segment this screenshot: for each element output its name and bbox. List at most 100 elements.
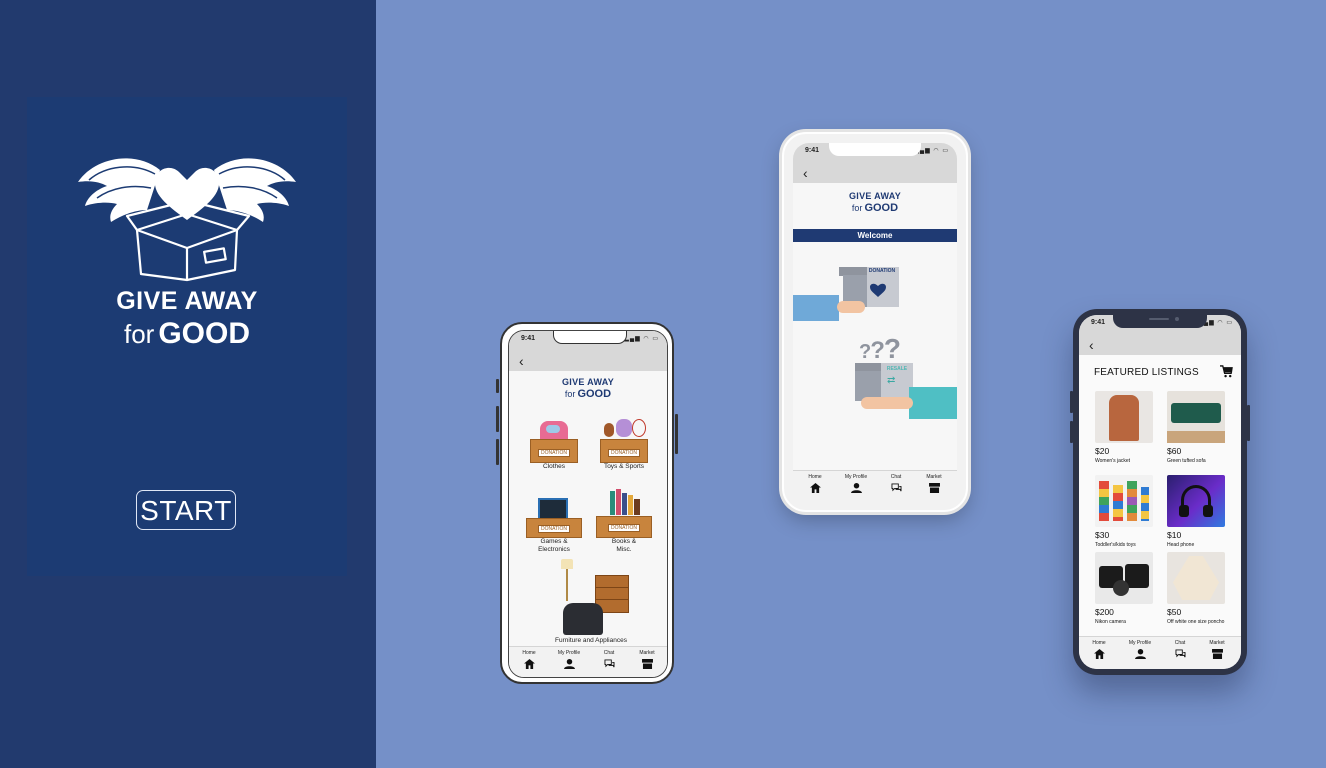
tab-market[interactable]: Market — [627, 650, 667, 669]
status-time: 9:41 — [521, 335, 536, 342]
home-icon — [1093, 649, 1105, 659]
app-brand-line2: for GOOD — [509, 388, 667, 400]
tab-label: Market — [926, 474, 942, 480]
question-marks: ??? — [859, 333, 901, 364]
tab-home[interactable]: Home — [1079, 640, 1119, 659]
market-icon — [1211, 649, 1223, 659]
giving-hand-illustration — [793, 289, 865, 321]
category-clothes[interactable]: DONATION Clothes — [523, 419, 585, 471]
listing-item[interactable]: $30 Toddler's/kids toys — [1095, 475, 1157, 548]
nav-bar: ‹ — [1079, 335, 1241, 355]
chat-icon — [891, 483, 901, 492]
category-label-line2: Misc. — [616, 546, 632, 553]
listing-image-jacket — [1095, 391, 1153, 443]
exchange-arrows-icon: ⇄ — [887, 375, 896, 386]
category-furniture-appliances[interactable]: Furniture and Appliances — [539, 557, 643, 645]
tab-label: Market — [1209, 640, 1225, 646]
notch — [829, 143, 921, 156]
listings-title: FEATURED LISTINGS — [1094, 367, 1199, 378]
tab-chat[interactable]: Chat — [589, 650, 629, 669]
market-icon — [641, 659, 653, 669]
listings-screen: 9:41 ▂▄▆ ◠ ▭ ‹ FEATURED LISTINGS $20 Wom… — [1079, 315, 1241, 669]
profile-icon — [850, 483, 862, 493]
listing-price: $60 — [1167, 446, 1182, 456]
welcome-banner: Welcome — [793, 229, 957, 242]
app-brand-good: GOOD — [864, 202, 899, 214]
listing-price: $50 — [1167, 607, 1182, 617]
tab-my-profile[interactable]: My Profile — [549, 650, 589, 669]
listing-price: $10 — [1167, 530, 1182, 540]
splash-brand-for: for — [123, 319, 155, 349]
market-icon — [928, 483, 940, 493]
phone-listings: 9:41 ▂▄▆ ◠ ▭ ‹ FEATURED LISTINGS $20 Wom… — [1070, 309, 1250, 675]
tab-market[interactable]: Market — [914, 474, 954, 493]
tab-home[interactable]: Home — [795, 474, 835, 493]
category-label: Toys & Sports — [603, 463, 645, 470]
listing-price: $20 — [1095, 446, 1110, 456]
tab-chat[interactable]: Chat — [876, 474, 916, 493]
category-tag: DONATION — [607, 524, 641, 532]
back-chevron-icon[interactable]: ‹ — [1089, 337, 1094, 353]
armchair-icon — [563, 603, 603, 635]
category-tag: DONATION — [537, 525, 571, 533]
notch — [553, 331, 627, 344]
splash-brand-line1: GIVE AWAY — [116, 287, 258, 315]
nav-bar: ‹ — [509, 351, 667, 371]
resale-label: RESALE — [886, 366, 908, 372]
tab-home[interactable]: Home — [509, 650, 549, 669]
listing-image-poncho — [1167, 552, 1225, 604]
category-label: Clothes — [542, 463, 566, 470]
nav-bar: ‹ — [793, 163, 957, 183]
category-label: Games & — [540, 538, 568, 545]
listing-item[interactable]: $60 Green tufted sofa — [1167, 391, 1229, 464]
phone-categories: 9:41 ▂▄▆ ◠ ▭ ‹ GIVE AWAY for GOOD DONATIO… — [496, 322, 678, 684]
category-games-electronics[interactable]: DONATION Games & Electronics — [523, 496, 585, 554]
app-brand-for: for — [851, 203, 863, 213]
tab-label: My Profile — [1128, 640, 1152, 646]
app-brand-good: GOOD — [577, 388, 612, 400]
listing-item[interactable]: $50 Off white one size poncho — [1167, 552, 1229, 625]
listing-name: Toddler's/kids toys — [1095, 542, 1136, 548]
listing-image-headphone — [1167, 475, 1225, 527]
tab-label: Market — [639, 650, 655, 656]
splash-screen: GIVE AWAY for GOOD START — [27, 97, 347, 576]
app-brand-for: for — [564, 389, 576, 399]
books-icon — [610, 491, 615, 515]
app-brand: GIVE AWAY for GOOD — [509, 377, 667, 400]
phone-welcome: 9:41 ▂▄▆ ◠ ▭ ‹ GIVE AWAY for GOOD Welcome… — [782, 132, 968, 512]
category-toys-sports[interactable]: DONATION Toys & Sports — [593, 419, 655, 471]
plush-toy-icon — [616, 419, 632, 437]
tab-market[interactable]: Market — [1197, 640, 1237, 659]
listing-price: $30 — [1095, 530, 1110, 540]
chat-icon — [604, 659, 614, 668]
tab-bar: Home My Profile Chat Market — [509, 646, 667, 677]
app-brand-line1: GIVE AWAY — [561, 377, 615, 387]
tab-chat[interactable]: Chat — [1160, 640, 1200, 659]
categories-screen: 9:41 ▂▄▆ ◠ ▭ ‹ GIVE AWAY for GOOD DONATIO… — [508, 330, 668, 678]
start-button[interactable]: START — [136, 490, 236, 530]
tab-label: Chat — [603, 650, 615, 656]
listing-item[interactable]: $10 Head phone — [1167, 475, 1229, 548]
tab-label: My Profile — [557, 650, 581, 656]
tab-label: My Profile — [844, 474, 868, 480]
category-tag: DONATION — [607, 449, 641, 457]
tab-label: Home — [1092, 640, 1106, 646]
teddy-bear-icon — [604, 423, 614, 437]
listing-item[interactable]: $20 Women's jacket — [1095, 391, 1157, 464]
app-brand: GIVE AWAY for GOOD — [793, 191, 957, 214]
shopping-cart-icon[interactable] — [1220, 365, 1233, 378]
listing-item[interactable]: $200 Nikon camera — [1095, 552, 1157, 625]
category-tag: DONATION — [537, 449, 571, 457]
app-brand-line1: GIVE AWAY — [848, 191, 902, 201]
status-time: 9:41 — [1091, 319, 1106, 326]
listing-name: Off white one size poncho — [1167, 619, 1225, 625]
category-books-misc[interactable]: DONATION Books & Misc. — [593, 489, 655, 554]
tab-my-profile[interactable]: My Profile — [836, 474, 876, 493]
listing-image-toys — [1095, 475, 1153, 527]
signal-icon: ▂▄▆ ◠ ▭ — [624, 336, 659, 342]
back-chevron-icon[interactable]: ‹ — [519, 353, 524, 369]
category-label: Books & — [611, 538, 637, 545]
heart-icon — [870, 283, 886, 297]
back-chevron-icon[interactable]: ‹ — [803, 165, 808, 181]
tab-my-profile[interactable]: My Profile — [1120, 640, 1160, 659]
